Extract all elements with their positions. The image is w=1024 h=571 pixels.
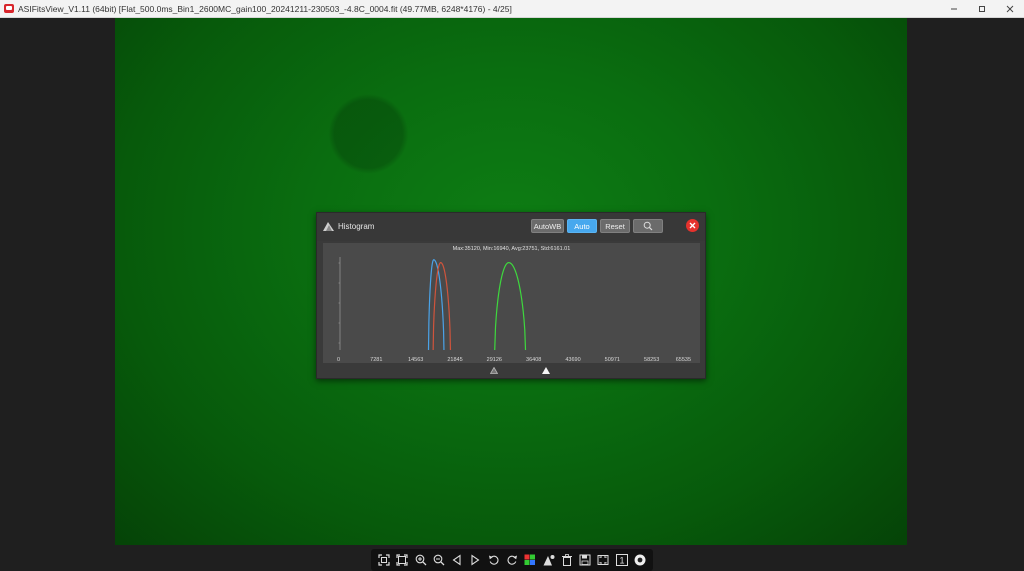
zoom-out-button[interactable] — [432, 553, 446, 567]
bottom-toolbar: 1 — [371, 549, 653, 571]
level-slider[interactable] — [317, 366, 705, 376]
histogram-title: Histogram — [338, 222, 375, 231]
fit-window-button[interactable] — [377, 553, 391, 567]
zoom-out-icon — [433, 554, 445, 566]
save-button[interactable] — [578, 553, 592, 567]
x-tick-label: 65535 — [676, 357, 691, 363]
black-point-marker[interactable] — [490, 367, 499, 374]
debayer-icon — [524, 554, 536, 565]
window-title: ASIFitsView_V1.11 (64bit) [Flat_500.0ms_… — [18, 3, 512, 14]
minimize-icon — [951, 8, 957, 9]
previous-button[interactable] — [450, 553, 464, 567]
maximize-button[interactable] — [968, 0, 996, 17]
actual-size-icon — [396, 554, 408, 566]
fullscreen-icon — [597, 555, 609, 565]
reset-button[interactable]: Reset — [600, 219, 630, 233]
debayer-button[interactable] — [523, 553, 537, 567]
minimize-button[interactable] — [940, 0, 968, 17]
x-tick-label: 21845 — [447, 357, 462, 363]
previous-icon — [452, 554, 461, 566]
magnifier-icon — [643, 221, 653, 231]
info-icon — [634, 554, 646, 566]
rotate-left-button[interactable] — [487, 553, 501, 567]
save-icon — [579, 554, 591, 566]
histogram-series-0 — [427, 259, 445, 351]
histogram-icon — [543, 555, 555, 566]
white-point-marker[interactable] — [541, 367, 550, 374]
info-button[interactable] — [633, 553, 647, 567]
fullscreen-button[interactable] — [596, 553, 610, 567]
auto-button[interactable]: Auto — [567, 219, 597, 233]
histogram-close-button[interactable] — [686, 219, 699, 232]
x-tick-label: 58253 — [644, 357, 659, 363]
svg-text:1: 1 — [619, 556, 624, 566]
one-to-one-button[interactable]: 1 — [615, 553, 629, 567]
window-controls — [940, 0, 1024, 17]
histogram-chart: 0 7281 14563 21845 29126 36408 43690 50971 58253… — [337, 257, 691, 363]
histogram-series-2 — [494, 262, 527, 351]
x-tick-label: 36408 — [526, 357, 541, 363]
x-tick-label: 29126 — [487, 357, 502, 363]
delete-button[interactable] — [560, 553, 574, 567]
x-tick-label: 0 — [337, 357, 340, 363]
zoom-in-button[interactable] — [414, 553, 428, 567]
maximize-icon — [979, 5, 985, 12]
close-window-button[interactable] — [996, 0, 1024, 17]
zoom-button[interactable] — [633, 219, 663, 233]
close-icon — [1006, 5, 1014, 12]
histogram-header[interactable]: Histogram AutoWB Auto Reset — [317, 213, 705, 241]
histogram-toggle-button[interactable] — [542, 553, 556, 567]
histogram-plot[interactable]: Max:35120, Min:16940, Avg:23751, Std:616… — [323, 243, 700, 363]
next-button[interactable] — [468, 553, 482, 567]
zoom-in-icon — [415, 554, 427, 566]
rotate-right-button[interactable] — [505, 553, 519, 567]
rotate-left-icon — [488, 555, 499, 565]
x-tick-label: 50971 — [605, 357, 620, 363]
title-bar: ASIFitsView_V1.11 (64bit) [Flat_500.0ms_… — [0, 0, 1024, 18]
close-icon — [689, 222, 696, 229]
histogram-panel: Histogram AutoWB Auto Reset Max:35120, M… — [316, 212, 706, 379]
fit-window-icon — [378, 554, 390, 566]
histogram-icon — [323, 222, 334, 231]
one-to-one-icon: 1 — [615, 554, 628, 566]
x-tick-label: 7281 — [370, 357, 382, 363]
delete-icon — [561, 554, 572, 566]
actual-size-button[interactable] — [395, 553, 409, 567]
next-icon — [471, 554, 480, 566]
x-tick-label: 43690 — [565, 357, 580, 363]
x-tick-label: 14563 — [408, 357, 423, 363]
app-logo-icon — [4, 4, 14, 13]
rotate-right-icon — [507, 555, 517, 565]
autowb-button[interactable]: AutoWB — [531, 219, 564, 233]
